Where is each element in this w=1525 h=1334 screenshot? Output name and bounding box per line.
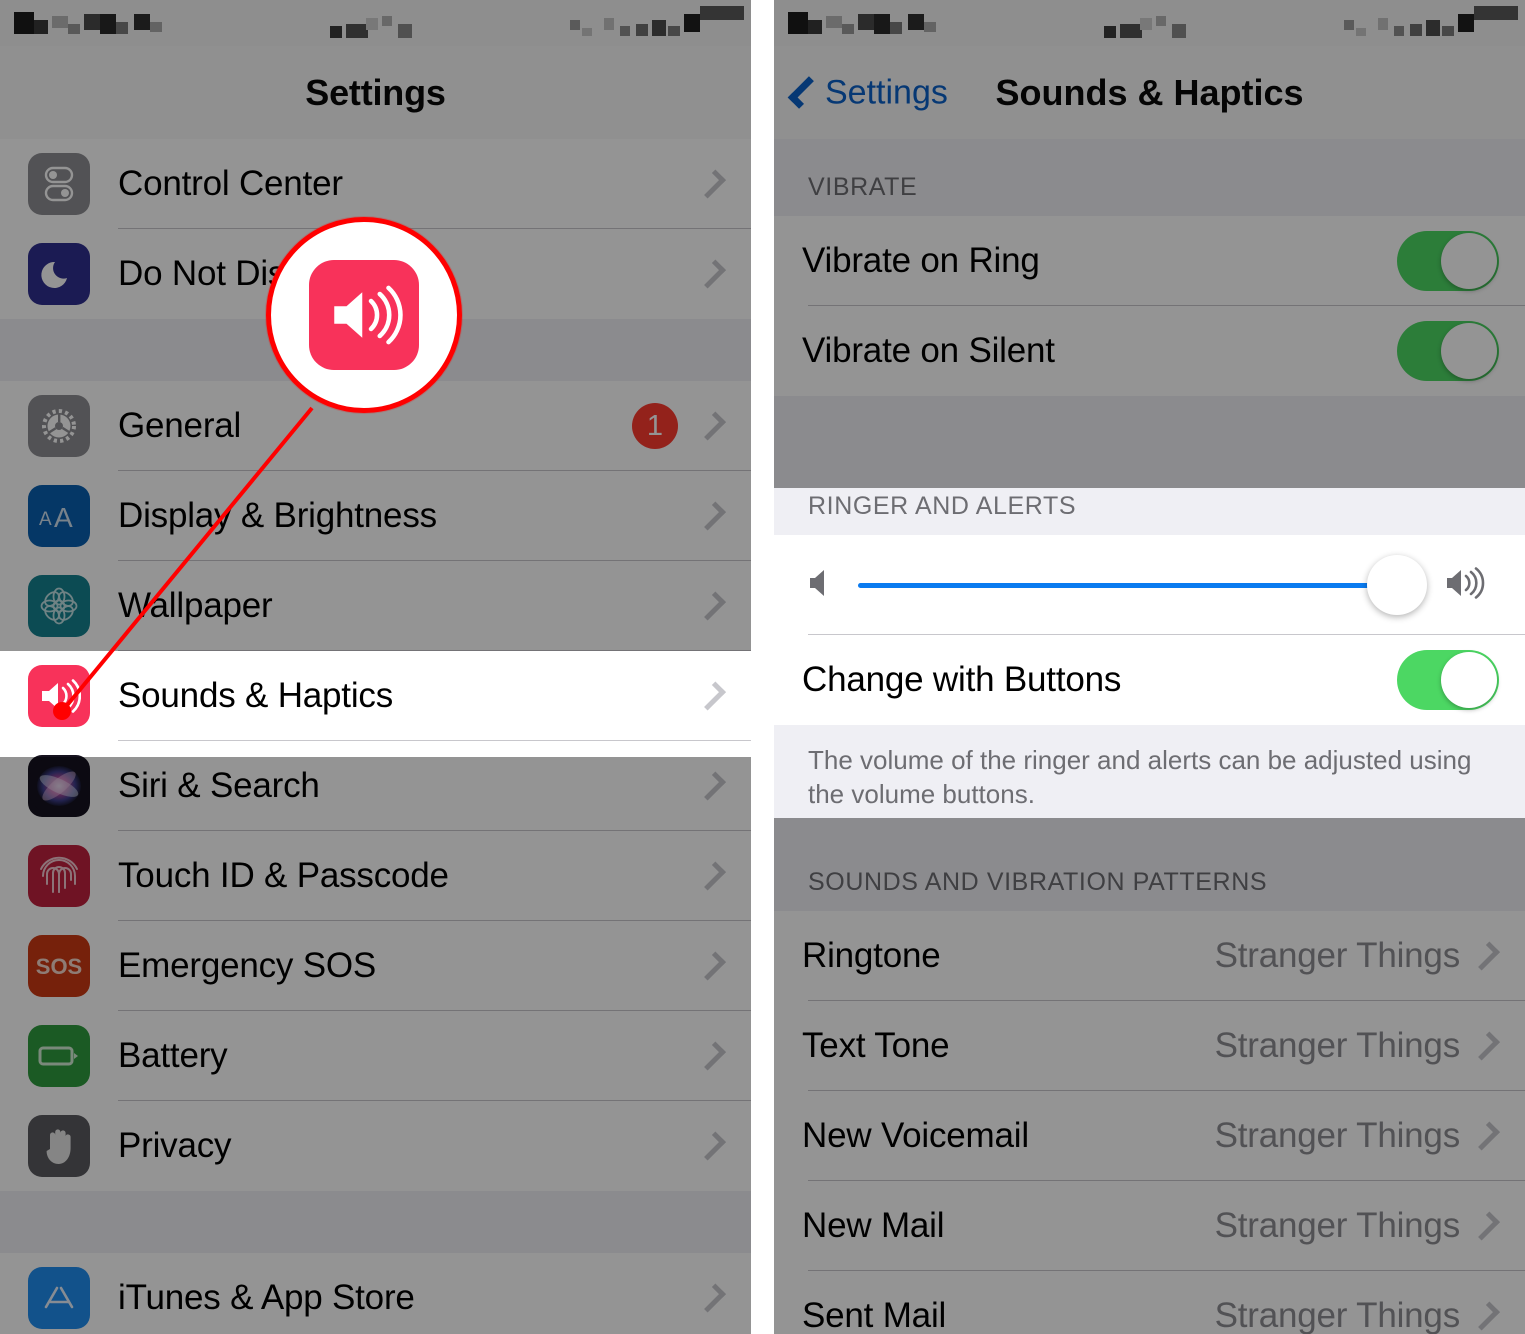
settings-row-wallpaper[interactable]: Wallpaper <box>0 561 751 651</box>
section-header-ringer-and-alerts: RINGER AND ALERTS <box>774 458 1525 535</box>
panel-gutter <box>751 0 774 1334</box>
battery-icon <box>28 1025 90 1087</box>
row-value: Stranger Things <box>1214 935 1461 975</box>
screenshot-root: Settings Control Center Do Not Disturb G… <box>0 0 1525 1334</box>
chevron-right-icon <box>1471 1031 1500 1061</box>
settings-row-emergency-sos[interactable]: SOS Emergency SOS <box>0 921 751 1011</box>
row-label: Battery <box>118 1036 228 1075</box>
app-store-icon <box>28 1267 90 1329</box>
settings-row-touch-id-passcode[interactable]: Touch ID & Passcode <box>0 831 751 921</box>
row-label: Sent Mail <box>802 1295 947 1334</box>
settings-row-siri-search[interactable]: Siri & Search <box>0 741 751 831</box>
row-label: Siri & Search <box>118 766 320 805</box>
row-label: Control Center <box>118 164 343 203</box>
row-label: Change with Buttons <box>802 660 1122 699</box>
section-footer-ringer: The volume of the ringer and alerts can … <box>774 725 1525 834</box>
wallpaper-icon <box>28 575 90 637</box>
change-with-buttons-toggle[interactable] <box>1397 650 1499 710</box>
status-badge: 1 <box>632 403 678 449</box>
row-label: Emergency SOS <box>118 946 377 985</box>
chevron-right-icon <box>1471 941 1500 971</box>
ringer-volume-slider[interactable] <box>858 555 1427 615</box>
settings-row-privacy[interactable]: Privacy <box>0 1101 751 1191</box>
settings-row-itunes-app-store[interactable]: iTunes & App Store <box>0 1253 751 1334</box>
row-value: Stranger Things <box>1214 1295 1461 1334</box>
callout-speaker-icon <box>309 260 419 370</box>
row-label: Wallpaper <box>118 586 273 625</box>
hand-icon <box>28 1115 90 1177</box>
row-vibrate-on-ring[interactable]: Vibrate on Ring <box>774 216 1525 306</box>
row-label: Vibrate on Silent <box>802 331 1055 370</box>
speaker-icon <box>28 665 90 727</box>
nav-bar-right: Settings Sounds & Haptics <box>774 46 1525 139</box>
section-header-sounds-vibration-patterns: SOUNDS AND VIBRATION PATTERNS <box>774 833 1525 911</box>
status-bar-censored-pixels <box>0 0 751 46</box>
status-bar-censored-pixels-right <box>774 0 1525 46</box>
chevron-right-icon <box>1471 1121 1500 1151</box>
row-label: Ringtone <box>802 935 941 975</box>
nav-bar-left: Settings <box>0 46 751 139</box>
section-header-vibrate: VIBRATE <box>774 139 1525 216</box>
settings-row-battery[interactable]: Battery <box>0 1011 751 1101</box>
page-title: Sounds & Haptics <box>995 71 1304 113</box>
settings-row-sounds-haptics[interactable]: Sounds & Haptics <box>0 651 751 741</box>
row-label: iTunes & App Store <box>118 1278 415 1317</box>
page-title: Settings <box>305 71 446 113</box>
sounds-haptics-panel: Settings Sounds & Haptics VIBRATE Vibrat… <box>774 0 1525 1334</box>
row-label: Vibrate on Ring <box>802 241 1040 280</box>
svg-text:A: A <box>54 502 73 533</box>
status-bar-right <box>774 0 1525 46</box>
status-bar-left <box>0 0 751 46</box>
row-text-tone[interactable]: Text Tone Stranger Things <box>774 1000 1525 1091</box>
row-label: Touch ID & Passcode <box>118 856 449 895</box>
svg-text:A: A <box>39 509 52 530</box>
vibrate-on-silent-toggle[interactable] <box>1397 321 1499 381</box>
do-not-disturb-icon <box>28 243 90 305</box>
group-separator <box>0 1191 751 1253</box>
settings-row-display-brightness[interactable]: A A Display & Brightness <box>0 471 751 561</box>
row-label: Sounds & Haptics <box>118 676 394 715</box>
ringer-volume-slider-row[interactable] <box>774 535 1525 635</box>
row-change-with-buttons[interactable]: Change with Buttons <box>774 635 1525 725</box>
row-label: Display & Brightness <box>118 496 437 535</box>
row-new-voicemail[interactable]: New Voicemail Stranger Things <box>774 1090 1525 1181</box>
sos-icon: SOS <box>28 935 90 997</box>
chevron-right-icon <box>697 411 726 441</box>
callout-highlight-circle <box>266 217 462 413</box>
row-new-mail[interactable]: New Mail Stranger Things <box>774 1180 1525 1271</box>
chevron-right-icon <box>1471 1301 1500 1331</box>
speaker-high-icon <box>1443 566 1495 605</box>
slider-thumb[interactable] <box>1367 555 1427 615</box>
row-ringtone[interactable]: Ringtone Stranger Things <box>774 910 1525 1001</box>
control-center-icon <box>28 153 90 215</box>
siri-icon <box>28 755 90 817</box>
row-value: Stranger Things <box>1214 1115 1461 1155</box>
row-sent-mail[interactable]: Sent Mail Stranger Things <box>774 1270 1525 1334</box>
settings-list-panel: Settings Control Center Do Not Disturb G… <box>0 0 751 1334</box>
row-label: Text Tone <box>802 1025 950 1065</box>
row-value: Stranger Things <box>1214 1205 1461 1245</box>
fingerprint-icon <box>28 845 90 907</box>
row-label: New Mail <box>802 1205 945 1245</box>
gear-icon <box>28 395 90 457</box>
display-brightness-icon: A A <box>28 485 90 547</box>
row-label: New Voicemail <box>802 1115 1029 1155</box>
vibrate-on-ring-toggle[interactable] <box>1397 231 1499 291</box>
settings-row-control-center[interactable]: Control Center <box>0 139 751 229</box>
row-vibrate-on-silent[interactable]: Vibrate on Silent <box>774 306 1525 396</box>
group-separator <box>774 396 1525 458</box>
chevron-right-icon <box>1471 1211 1500 1241</box>
svg-text:SOS: SOS <box>36 954 82 979</box>
row-label: Privacy <box>118 1126 232 1165</box>
speaker-low-icon <box>804 566 840 605</box>
row-value: Stranger Things <box>1214 1025 1461 1065</box>
